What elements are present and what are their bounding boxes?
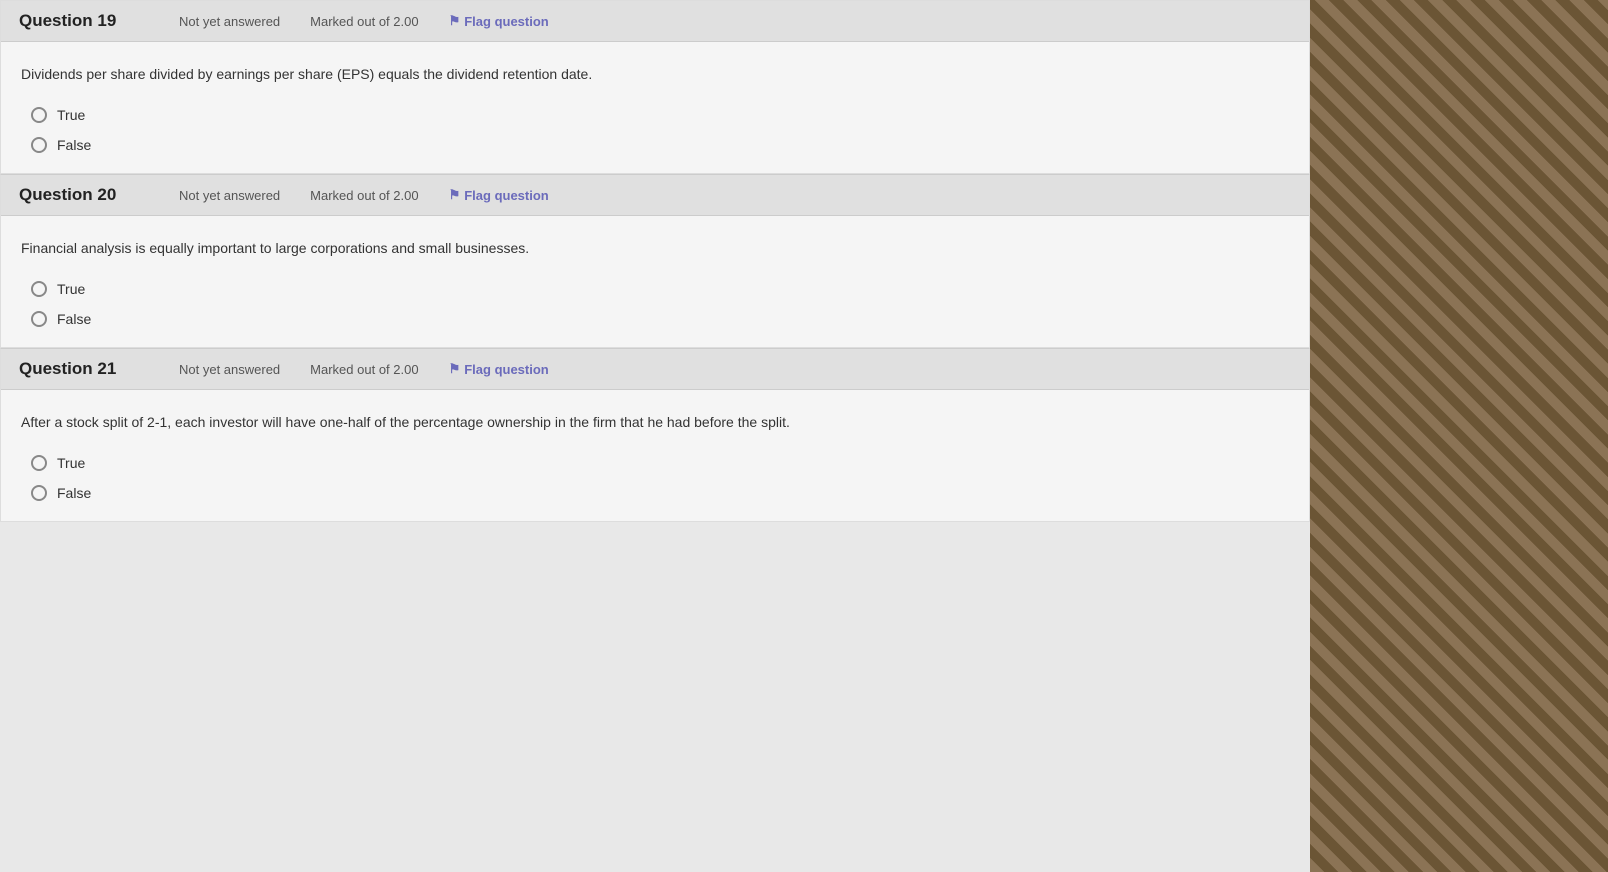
- marked-out-q19: Marked out of 2.00: [310, 14, 418, 29]
- option-radio-q20_false[interactable]: [31, 311, 47, 327]
- option-label-q21_false[interactable]: False: [31, 485, 1289, 501]
- question-text-q20: Financial analysis is equally important …: [21, 238, 1289, 259]
- question-title-q21: Question 21: [19, 359, 149, 379]
- option-label-q20_true[interactable]: True: [31, 281, 1289, 297]
- flag-question-q21[interactable]: ⚑ Flag question: [449, 361, 549, 377]
- question-body-q20: Financial analysis is equally important …: [1, 216, 1309, 347]
- marked-out-q20: Marked out of 2.00: [310, 188, 418, 203]
- option-radio-q19_true[interactable]: [31, 107, 47, 123]
- options-q20: True False: [21, 281, 1289, 327]
- flag-question-q19[interactable]: ⚑ Flag question: [449, 13, 549, 29]
- flag-icon-q20: ⚑: [449, 187, 461, 203]
- question-body-q21: After a stock split of 2-1, each investo…: [1, 390, 1309, 521]
- not-answered-q20: Not yet answered: [179, 188, 280, 203]
- option-radio-q20_true[interactable]: [31, 281, 47, 297]
- option-radio-q21_false[interactable]: [31, 485, 47, 501]
- options-q19: True False: [21, 107, 1289, 153]
- flag-icon-q21: ⚑: [449, 361, 461, 377]
- main-content: Question 19 Not yet answered Marked out …: [0, 0, 1310, 872]
- option-radio-q19_false[interactable]: [31, 137, 47, 153]
- option-text-q21_false: False: [57, 485, 91, 501]
- option-label-q21_true[interactable]: True: [31, 455, 1289, 471]
- question-title-q20: Question 20: [19, 185, 149, 205]
- option-label-q19_true[interactable]: True: [31, 107, 1289, 123]
- option-label-q20_false[interactable]: False: [31, 311, 1289, 327]
- question-header-q19: Question 19 Not yet answered Marked out …: [1, 1, 1309, 42]
- question-header-q20: Question 20 Not yet answered Marked out …: [1, 175, 1309, 216]
- option-radio-q21_true[interactable]: [31, 455, 47, 471]
- marked-out-q21: Marked out of 2.00: [310, 362, 418, 377]
- question-block-q19: Question 19 Not yet answered Marked out …: [0, 0, 1310, 174]
- option-text-q20_false: False: [57, 311, 91, 327]
- question-text-q21: After a stock split of 2-1, each investo…: [21, 412, 1289, 433]
- option-text-q20_true: True: [57, 281, 85, 297]
- question-text-q19: Dividends per share divided by earnings …: [21, 64, 1289, 85]
- options-q21: True False: [21, 455, 1289, 501]
- sidebar-right: [1310, 0, 1608, 872]
- question-title-q19: Question 19: [19, 11, 149, 31]
- question-header-q21: Question 21 Not yet answered Marked out …: [1, 349, 1309, 390]
- option-text-q21_true: True: [57, 455, 85, 471]
- not-answered-q19: Not yet answered: [179, 14, 280, 29]
- question-block-q21: Question 21 Not yet answered Marked out …: [0, 348, 1310, 522]
- option-text-q19_false: False: [57, 137, 91, 153]
- not-answered-q21: Not yet answered: [179, 362, 280, 377]
- option-text-q19_true: True: [57, 107, 85, 123]
- question-body-q19: Dividends per share divided by earnings …: [1, 42, 1309, 173]
- question-block-q20: Question 20 Not yet answered Marked out …: [0, 174, 1310, 348]
- flag-question-q20[interactable]: ⚑ Flag question: [449, 187, 549, 203]
- flag-icon-q19: ⚑: [449, 13, 461, 29]
- option-label-q19_false[interactable]: False: [31, 137, 1289, 153]
